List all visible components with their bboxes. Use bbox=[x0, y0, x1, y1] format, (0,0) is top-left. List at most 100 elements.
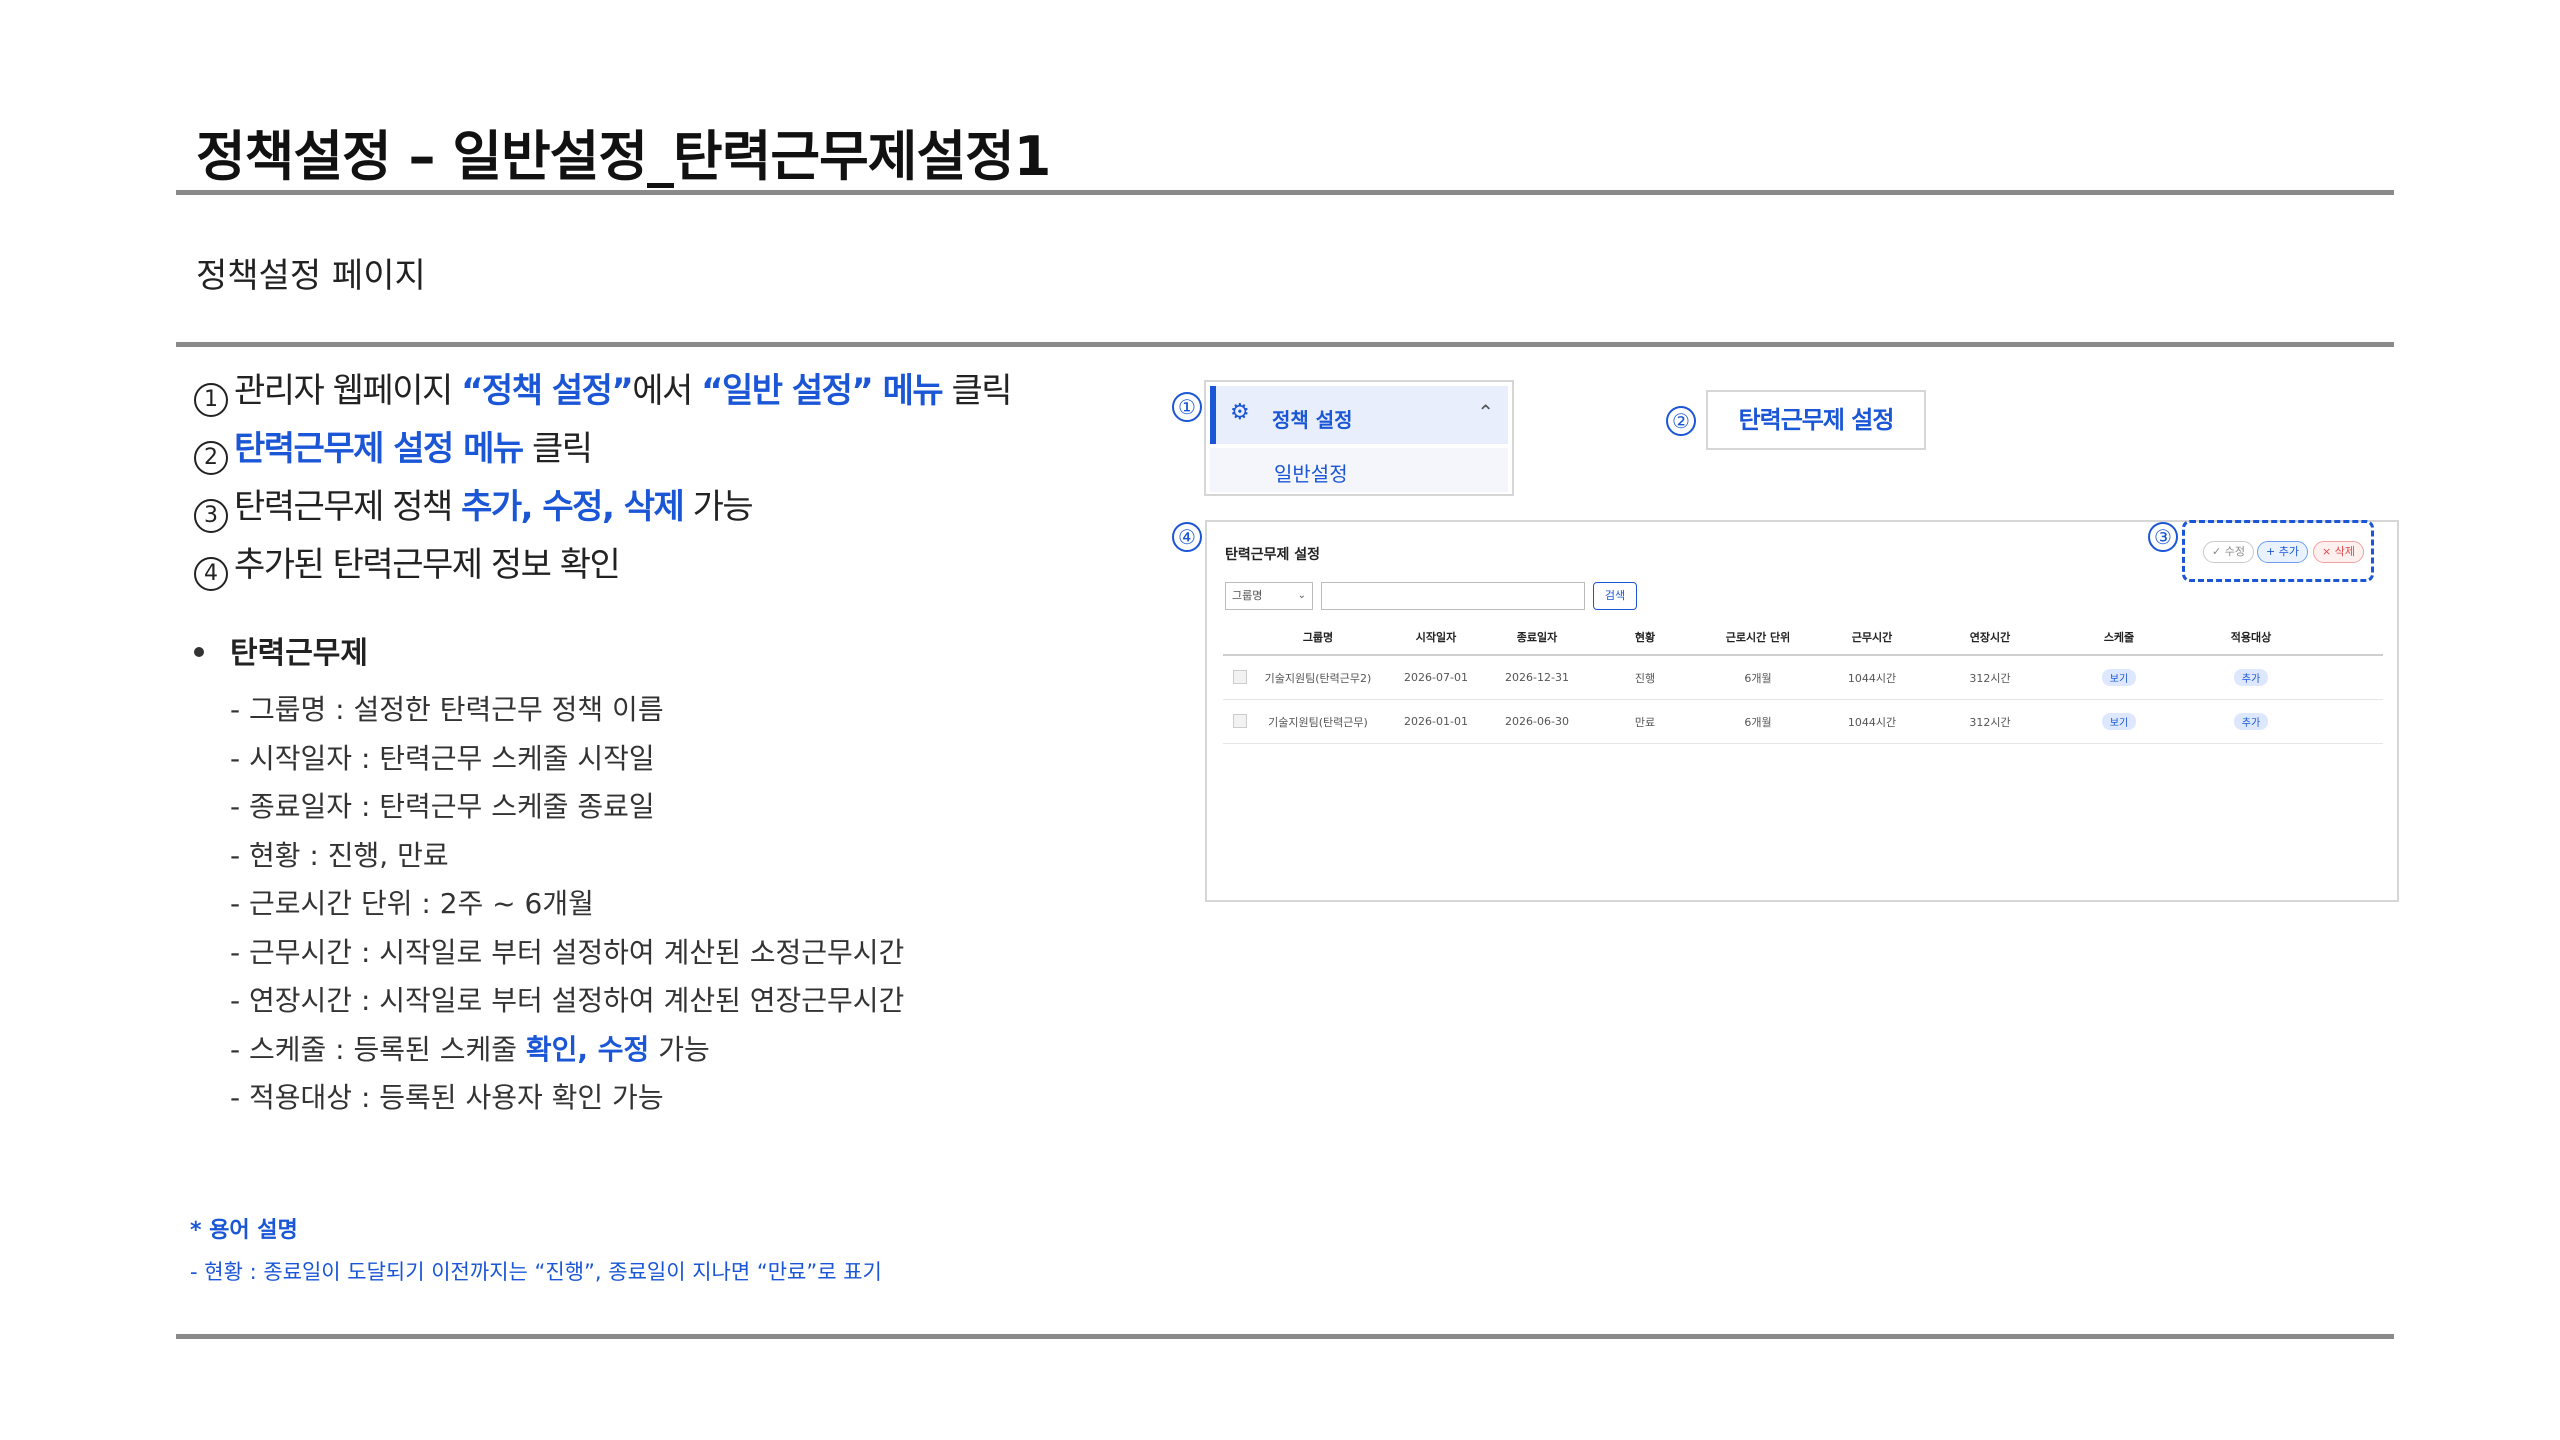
step-number: 2 bbox=[194, 441, 228, 475]
table-header-row: 그룹명 시작일자 종료일자 현황 근로시간 단위 근무시간 연장시간 스케줄 적용대상 bbox=[1223, 620, 2383, 656]
target-add-button[interactable]: 추가 bbox=[2233, 669, 2269, 686]
definition-text: - 근무시간 : 시작일로 부터 설정하여 계산된 소정근무시간 bbox=[230, 935, 905, 969]
select-value: 그룹명 bbox=[1232, 589, 1263, 602]
page-title: 정책설정 – 일반설정_탄력근무제설정1 bbox=[196, 125, 1051, 188]
menu-item-general-settings[interactable]: 일반설정 bbox=[1210, 448, 1508, 492]
delete-label: 삭제 bbox=[2334, 545, 2355, 558]
table-cell: 2026-01-01 bbox=[1404, 715, 1468, 728]
definition-text: 가능 bbox=[649, 1032, 710, 1066]
definition-item: - 종료일자 : 탄력근무 스케줄 종료일 bbox=[230, 787, 904, 836]
delete-button[interactable]: × 삭제 bbox=[2313, 541, 2364, 563]
table-cell: 추가 bbox=[2191, 700, 2311, 743]
table-cell: 진행 bbox=[1634, 671, 1656, 685]
definitions-heading: 탄력근무제 bbox=[194, 628, 904, 672]
table-cell: 보기 bbox=[2069, 700, 2169, 743]
table-cell: 보기 bbox=[2069, 656, 2169, 699]
table-cell: 기술지원팀(탄력근무2) bbox=[1264, 671, 1372, 685]
menu-item-policy-settings[interactable]: ⚙ 정책 설정 ⌃ bbox=[1210, 386, 1508, 444]
table-row[interactable]: 기술지원팀(탄력근무2) 2026-07-01 2026-12-31 진행 6개월 104… bbox=[1223, 656, 2383, 700]
terms-text: - 현황 : 종료일이 도달되기 이전까지는 “진행”, 종료일이 지나면 “만… bbox=[190, 1260, 882, 1284]
table-header-cell: 근로시간 단위 bbox=[1725, 631, 1791, 644]
definition-highlight-text: 확인, 수정 bbox=[525, 1032, 650, 1066]
table-cell: 6개월 bbox=[1744, 671, 1772, 685]
table-cell: 2026-07-01 bbox=[1404, 671, 1468, 684]
callout-4: ④ bbox=[1172, 522, 1202, 552]
table-header-cell: 현황 bbox=[1634, 631, 1656, 644]
table-cell: 추가 bbox=[2191, 656, 2311, 699]
chevron-up-icon[interactable]: ⌃ bbox=[1477, 400, 1494, 424]
step-text: 탄력근무제 정책 bbox=[234, 487, 462, 527]
table-cell: 2026-06-30 bbox=[1505, 715, 1569, 728]
table-header-cell: 스케줄 bbox=[2103, 631, 2135, 644]
table-cell: 1044시간 bbox=[1847, 671, 1897, 685]
submenu-item-label: 일반설정 bbox=[1274, 462, 1348, 486]
step-number: 1 bbox=[194, 383, 228, 417]
table-header-cell: 근무시간 bbox=[1851, 631, 1893, 644]
table-header-cell: 그룹명 bbox=[1302, 631, 1334, 644]
terms-heading: * 용어 설명 bbox=[190, 1218, 298, 1243]
divider bbox=[176, 1334, 2394, 1339]
schedule-view-button[interactable]: 보기 bbox=[2101, 713, 2137, 730]
callout-2: ② bbox=[1666, 406, 1696, 436]
table-cell: 만료 bbox=[1634, 715, 1656, 729]
definitions-list: - 그룹명 : 설정한 탄력근무 정책 이름 - 시작일자 : 탄력근무 스케줄 … bbox=[230, 690, 904, 1127]
add-button[interactable]: + 추가 bbox=[2257, 541, 2308, 563]
definition-text: - 종료일자 : 탄력근무 스케줄 종료일 bbox=[230, 790, 655, 823]
action-buttons-highlight: ✓ 수정 + 추가 × 삭제 bbox=[2182, 520, 2374, 582]
page-subtitle: 정책설정 페이지 bbox=[196, 256, 426, 296]
definition-text: - 그룹명 : 설정한 탄력근무 정책 이름 bbox=[230, 693, 664, 726]
step-number: 4 bbox=[194, 557, 228, 591]
edit-button[interactable]: ✓ 수정 bbox=[2203, 541, 2254, 563]
row-checkbox[interactable] bbox=[1233, 714, 1247, 728]
callout-3: ③ bbox=[2148, 522, 2178, 552]
edit-label: 수정 bbox=[2224, 545, 2245, 558]
definition-text: - 시작일자 : 탄력근무 스케줄 시작일 bbox=[230, 741, 655, 775]
step-text: 추가된 탄력근무제 정보 확인 bbox=[234, 545, 621, 585]
step-highlight-text: 탄력근무제 설정 메뉴 bbox=[234, 429, 524, 469]
step-item: 1 관리자 웹페이지 “정책 설정”에서 “일반 설정” 메뉴 클릭 bbox=[194, 368, 1013, 426]
definitions-section: 탄력근무제 - 그룹명 : 설정한 탄력근무 정책 이름 - 시작일자 : 탄력근… bbox=[194, 628, 904, 1127]
divider bbox=[176, 342, 2394, 347]
table-cell: 6개월 bbox=[1744, 715, 1772, 729]
table-row[interactable]: 기술지원팀(탄력근무) 2026-01-01 2026-06-30 만료 6개월 1044… bbox=[1223, 700, 2383, 744]
bullet-icon bbox=[194, 647, 204, 657]
definition-item: - 근로시간 단위 : 2주 ~ 6개월 bbox=[230, 884, 904, 933]
table-header-cell: 연장시간 bbox=[1969, 631, 2011, 644]
gear-icon: ⚙ bbox=[1230, 400, 1250, 425]
step-number: 3 bbox=[194, 499, 228, 533]
search-input[interactable] bbox=[1321, 582, 1585, 610]
definition-item: - 현황 : 진행, 만료 bbox=[230, 836, 904, 885]
table-cell: 312시간 bbox=[1969, 715, 2011, 729]
definition-item: - 연장시간 : 시작일로 부터 설정하여 계산된 연장근무시간 bbox=[230, 981, 904, 1030]
search-field-select[interactable]: 그룹명 ⌄ bbox=[1225, 582, 1313, 610]
callout-1: ① bbox=[1172, 392, 1202, 422]
definition-item: - 시작일자 : 탄력근무 스케줄 시작일 bbox=[230, 739, 904, 788]
table-cell: 1044시간 bbox=[1847, 715, 1897, 729]
step-text: 클릭 bbox=[942, 371, 1012, 411]
definition-item: - 스케줄 : 등록된 스케줄 확인, 수정 가능 bbox=[230, 1030, 904, 1079]
step-item: 4 추가된 탄력근무제 정보 확인 bbox=[194, 542, 1011, 600]
flex-work-table: 그룹명 시작일자 종료일자 현황 근로시간 단위 근무시간 연장시간 스케줄 적용대상 기술지원팀… bbox=[1223, 620, 2383, 744]
table-cell: 312시간 bbox=[1969, 671, 2011, 685]
steps-list: 1 관리자 웹페이지 “정책 설정”에서 “일반 설정” 메뉴 클릭 2 탄력근무제 … bbox=[194, 368, 1013, 600]
add-label: 추가 bbox=[2278, 545, 2299, 558]
table-header-cell: 시작일자 bbox=[1415, 631, 1457, 644]
definition-text: - 현황 : 진행, 만료 bbox=[230, 838, 449, 872]
schedule-view-button[interactable]: 보기 bbox=[2101, 669, 2137, 686]
step-highlight-text: “일반 설정” 메뉴 bbox=[701, 371, 944, 411]
definition-text: - 적용대상 : 등록된 사용자 확인 가능 bbox=[230, 1081, 664, 1114]
target-add-button[interactable]: 추가 bbox=[2233, 713, 2269, 730]
flex-work-settings-button[interactable]: 탄력근무제 설정 bbox=[1706, 390, 1926, 450]
chevron-down-icon: ⌄ bbox=[1297, 590, 1306, 601]
table-cell: 기술지원팀(탄력근무) bbox=[1268, 715, 1368, 729]
definition-item: - 근무시간 : 시작일로 부터 설정하여 계산된 소정근무시간 bbox=[230, 933, 904, 982]
definition-text: - 스케줄 : 등록된 스케줄 bbox=[230, 1032, 526, 1066]
definition-text: - 연장시간 : 시작일로 부터 설정하여 계산된 연장근무시간 bbox=[230, 984, 905, 1017]
definition-item: - 적용대상 : 등록된 사용자 확인 가능 bbox=[230, 1078, 904, 1127]
step-highlight-text: “정책 설정” bbox=[461, 371, 634, 411]
row-checkbox[interactable] bbox=[1233, 670, 1247, 684]
step-text: 가능 bbox=[683, 487, 754, 527]
search-button[interactable]: 검색 bbox=[1593, 582, 1637, 610]
sidebar-menu: ⚙ 정책 설정 ⌃ 일반설정 bbox=[1204, 380, 1514, 496]
definition-text: - 근로시간 단위 : 2주 ~ 6개월 bbox=[230, 887, 594, 920]
